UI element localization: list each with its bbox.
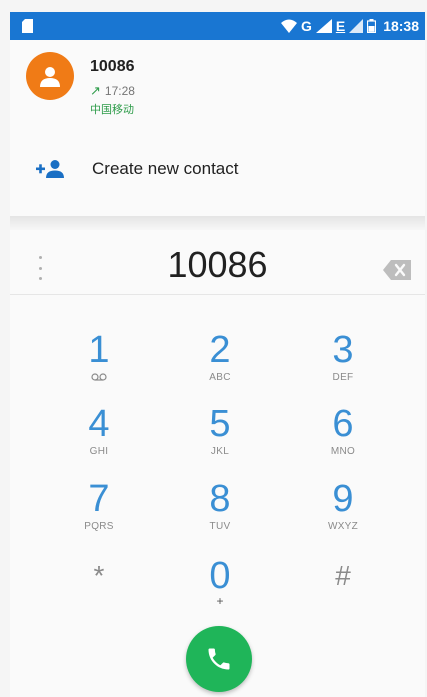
battery-icon [367,19,377,33]
key-letters: ABC [209,372,231,383]
create-new-contact-row[interactable]: Create new contact [10,144,425,194]
recent-call-time: 17:28 [104,84,135,98]
key-letters: TUV [209,521,231,532]
dialpad-key-4[interactable]: 4 GHI [39,404,159,474]
key-symbol: * [93,560,105,591]
key-digit: 1 [88,329,110,371]
key-letters: DEF [332,372,354,383]
backspace-icon[interactable] [383,260,411,285]
dialed-digits[interactable]: 10086 [10,244,425,286]
status-bar: G E 18:38 [10,12,425,40]
dialpad-key-2[interactable]: 2 ABC [160,330,280,400]
key-digit: 7 [88,478,110,520]
key-digit: 8 [209,478,231,520]
create-new-contact-label: Create new contact [92,159,239,178]
digits-row: 10086 [10,238,425,295]
dialpad-key-0[interactable]: 0 + [160,556,280,626]
key-digit: 6 [332,403,354,445]
dialpad-key-8[interactable]: 8 TUV [160,479,280,549]
call-button[interactable] [186,626,252,692]
person-icon [40,67,60,87]
dialpad-key-3[interactable]: 3 DEF [283,330,403,400]
wifi-icon [280,19,297,33]
key-letters: GHI [89,446,109,457]
key-digit: 9 [332,478,354,520]
recent-call-number[interactable]: 10086 [90,58,135,76]
network-type-e: E [335,18,346,34]
avatar[interactable] [26,52,74,100]
signal-icon [315,19,332,33]
key-letters: + [216,594,224,608]
sim-card-icon [22,19,33,33]
key-digit: 0 [209,555,231,597]
add-person-icon [36,159,66,179]
dialpad-key-star[interactable]: * [39,556,159,626]
voicemail-icon [91,373,107,381]
key-digit: 2 [209,329,231,371]
key-digit: 3 [332,329,354,371]
outgoing-call-arrow-icon: ↗ [90,83,101,98]
dialpad-key-6[interactable]: 6 MNO [283,404,403,474]
network-type-g: G [300,18,312,34]
key-letters: JKL [210,446,230,457]
panel-divider [10,216,425,230]
status-time: 18:38 [383,18,419,34]
key-symbol: # [335,560,351,591]
key-letters: PQRS [84,521,114,532]
recent-call-meta: ↗ 17:28 [90,83,135,99]
phone-icon [208,648,230,670]
key-letters: MNO [330,446,356,457]
dialpad-key-1[interactable]: 1 [39,330,159,400]
dialpad-key-5[interactable]: 5 JKL [160,404,280,474]
dialpad-key-9[interactable]: 9 WXYZ [283,479,403,549]
key-digit: 4 [88,403,110,445]
key-letters: WXYZ [327,521,359,532]
recent-call-carrier: 中国移动 [90,104,134,116]
dialpad-key-7[interactable]: 7 PQRS [39,479,159,549]
key-digit: 5 [209,403,231,445]
recent-call-panel: 10086 ↗ 17:28 中国移动 Create new contact [10,40,425,216]
dialpad-key-hash[interactable]: # [283,556,403,626]
signal-icon-2 [349,19,364,33]
